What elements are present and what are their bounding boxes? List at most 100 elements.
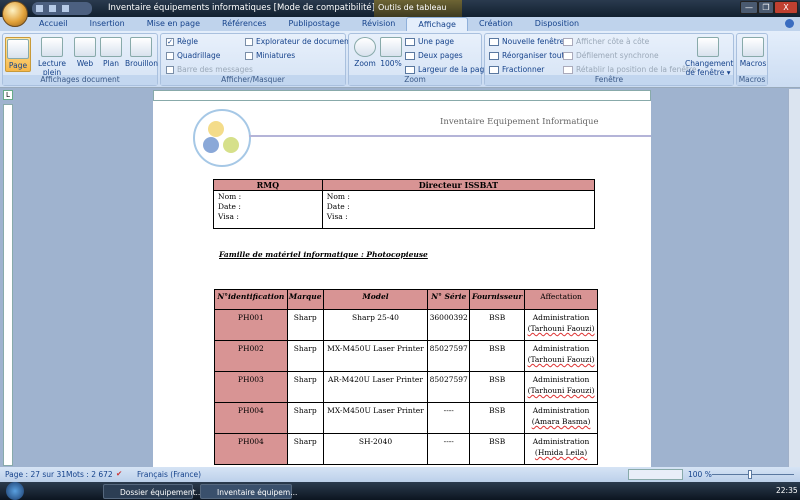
fournisseur-cell[interactable]: BSB [469,309,526,341]
affectation-cell[interactable]: Administration (Hmida Leila) [524,433,598,465]
id-cell[interactable]: PH001 [214,309,288,341]
signature-cell[interactable]: Nom : Date : Visa : [213,190,323,229]
affectation-cell[interactable]: Administration (Tarhouni Faouzi) [524,340,598,372]
zoom-slider-thumb[interactable] [748,470,752,479]
tab-insertion[interactable]: Insertion [79,17,136,31]
page-view-button[interactable]: Page [5,37,31,72]
marque-cell[interactable]: Sharp [286,340,324,372]
redo-icon[interactable] [62,5,69,12]
start-button[interactable] [6,482,24,500]
tab-accueil[interactable]: Accueil [28,17,79,31]
thumbnails-checkbox[interactable]: Miniatures [245,51,295,60]
column-header: N°identification [214,289,288,310]
fournisseur-cell[interactable]: BSB [469,371,526,403]
page-width-button[interactable]: Largeur de la page [405,65,489,74]
office-button[interactable] [2,1,28,27]
help-icon[interactable] [785,19,794,28]
zoom-button[interactable]: Zoom [353,37,377,68]
word-count[interactable]: Mots : 2 672 [66,470,113,479]
taskbar-item-word[interactable]: Inventaire équipem... [200,484,297,499]
horizontal-ruler[interactable] [153,90,651,101]
minimize-button[interactable]: — [740,1,758,14]
document-map-checkbox[interactable]: Explorateur de documents [245,37,356,46]
taskbar-item-folder[interactable]: Dossier équipement... [103,484,203,499]
zoom-level[interactable]: 100 % [688,470,712,479]
web-view-button[interactable]: Web [73,37,97,68]
status-bar: Page : 27 sur 31 Mots : 2 672 ✔ Français… [0,467,800,482]
language[interactable]: Français (France) [137,470,201,479]
one-page-button[interactable]: Une page [405,37,454,46]
fournisseur-cell[interactable]: BSB [469,340,526,372]
id-cell[interactable]: PH004 [214,402,288,434]
arrange-all-button[interactable]: Réorganiser tout [489,51,564,60]
serie-cell[interactable]: 85027597 [427,371,471,403]
side-by-side-button: Afficher côte à côte [563,37,649,46]
affectation-cell[interactable]: Administration (Tarhouni Faouzi) [524,309,598,341]
id-cell[interactable]: PH004 [214,433,288,465]
undo-icon[interactable] [49,5,56,12]
zoom-slider[interactable] [712,474,794,475]
new-window-button[interactable]: Nouvelle fenêtre [489,37,564,46]
tab-creation[interactable]: Création [468,17,524,31]
macros-button[interactable]: Macros [739,37,767,68]
switch-windows-icon [697,37,719,57]
switch-windows-button[interactable]: Changement de fenêtre ▾ [685,37,733,77]
document-page[interactable]: Inventaire Equipement Informatique RMQ Di… [153,101,651,467]
ruler-tab-selector[interactable]: L [3,90,13,100]
serie-cell[interactable]: ---- [427,402,471,434]
proofing-icon[interactable]: ✔ [116,469,122,478]
tab-publipostage[interactable]: Publipostage [277,17,350,31]
draft-view-button[interactable]: Brouillon [125,37,158,68]
group-afficher-masquer: ✓ Règle Quadrillage Barre des messages Ex… [160,33,356,86]
ruler-checkbox[interactable]: ✓ Règle [166,37,198,46]
id-cell[interactable]: PH003 [214,371,288,403]
id-cell[interactable]: PH002 [214,340,288,372]
restore-button[interactable]: ❐ [758,1,774,14]
vertical-scrollbar[interactable] [788,89,800,467]
model-cell[interactable]: SH-2040 [322,433,429,465]
serie-cell[interactable]: 36000392 [427,309,471,341]
group-zoom: Zoom 100% Une page Deux pages Largeur de… [348,33,489,86]
macros-icon [742,37,764,57]
model-cell[interactable]: MX-M450U Laser Printer [322,340,429,372]
view-buttons[interactable] [628,469,683,480]
marque-cell[interactable]: Sharp [286,371,324,403]
quick-access-toolbar[interactable] [32,2,92,15]
tab-references[interactable]: Références [211,17,277,31]
affectation-person: (Tarhouni Faouzi) [527,324,595,333]
column-header: Fournisseur [469,289,526,310]
serie-cell[interactable]: ---- [427,433,471,465]
close-button[interactable]: X [774,1,798,14]
marque-cell[interactable]: Sharp [286,309,324,341]
save-icon[interactable] [36,5,43,12]
marque-cell[interactable]: Sharp [286,402,324,434]
tab-revision[interactable]: Révision [351,17,406,31]
split-button[interactable]: Fractionner [489,65,544,74]
tab-disposition[interactable]: Disposition [524,17,590,31]
two-pages-button[interactable]: Deux pages [405,51,463,60]
model-cell[interactable]: MX-M450U Laser Printer [322,402,429,434]
serie-cell[interactable]: 85027597 [427,340,471,372]
label: Explorateur de documents [256,37,356,46]
clock[interactable]: 22:35 [776,486,798,495]
checkbox-icon [245,37,253,46]
label: Largeur de la page [418,65,489,74]
zoom-100-button[interactable]: 100% [379,37,403,68]
affectation-cell[interactable]: Administration (Amara Basma) [524,402,598,434]
signature-cell[interactable]: Nom : Date : Visa : [321,190,596,229]
model-cell[interactable]: AR-M420U Laser Printer [322,371,429,403]
group-macros: Macros Macros [736,33,768,86]
organization-logo [193,109,251,167]
fournisseur-cell[interactable]: BSB [469,402,526,434]
vertical-ruler[interactable] [3,104,13,466]
tab-mise-en-page[interactable]: Mise en page [136,17,211,31]
fournisseur-cell[interactable]: BSB [469,433,526,465]
affectation-cell[interactable]: Administration (Tarhouni Faouzi) [524,371,598,403]
gridlines-checkbox[interactable]: Quadrillage [166,51,220,60]
tab-affichage[interactable]: Affichage [406,17,468,31]
marque-cell[interactable]: Sharp [286,433,324,465]
model-cell[interactable]: Sharp 25-40 [322,309,429,341]
outline-view-button[interactable]: Plan [99,37,123,68]
checkbox-icon [166,51,174,60]
page-count[interactable]: Page : 27 sur 31 [5,470,66,479]
